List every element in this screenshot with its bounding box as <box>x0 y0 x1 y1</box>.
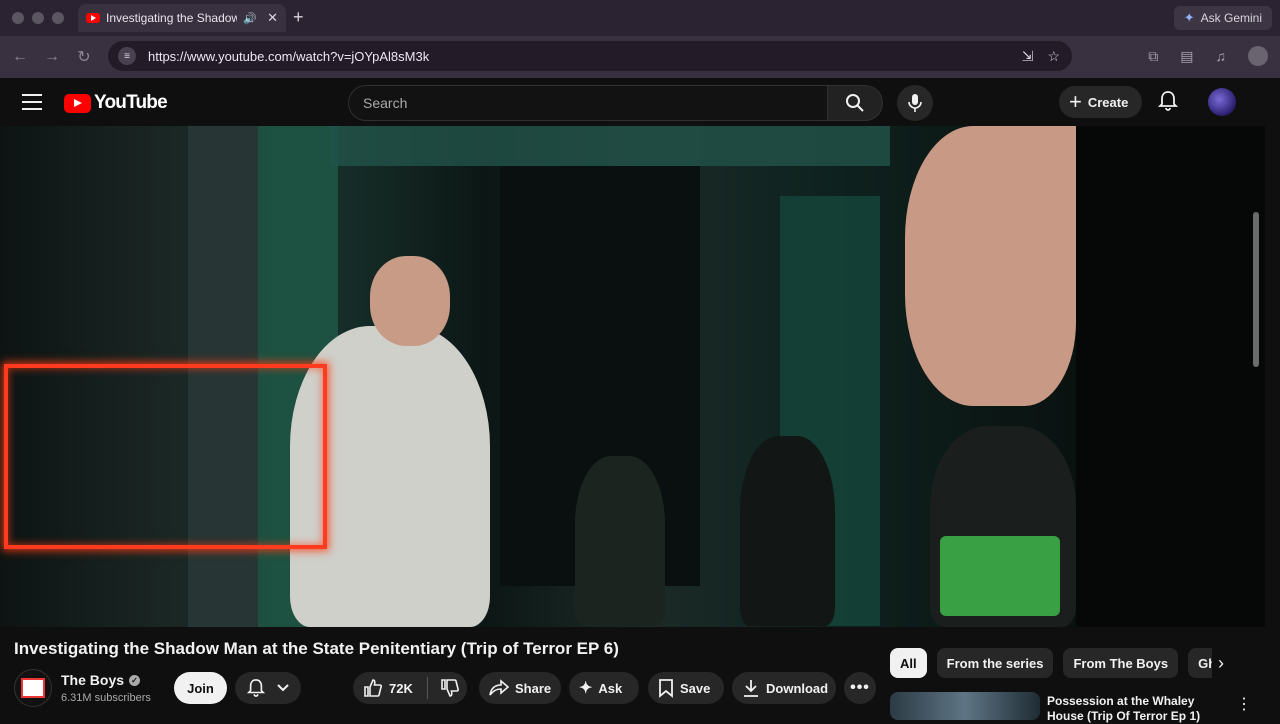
speaker-icon[interactable]: 🔊 <box>243 12 257 25</box>
address-bar-actions: ⇲ ☆ <box>1022 48 1060 65</box>
account-avatar[interactable] <box>1208 88 1236 116</box>
channel-avatar[interactable] <box>14 669 52 707</box>
search-input[interactable] <box>363 95 827 111</box>
bookmark-star-icon[interactable]: ☆ <box>1047 48 1060 65</box>
ask-button[interactable]: ✦ Ask <box>569 672 639 704</box>
url-text[interactable]: https://www.youtube.com/watch?v=jOYpAl8s… <box>148 49 429 64</box>
recommendation-thumbnail[interactable] <box>890 692 1040 720</box>
bell-icon <box>1157 91 1179 111</box>
video-player[interactable] <box>0 126 1265 627</box>
filter-chip[interactable]: From The Boys <box>1063 648 1179 678</box>
subscriber-count: 6.31M subscribers <box>61 692 151 704</box>
filter-chip[interactable]: Ghos <box>1188 648 1212 678</box>
channel-name[interactable]: The Boys ✓ <box>61 672 141 688</box>
maximize-window-button[interactable] <box>52 12 64 24</box>
search-icon <box>846 94 864 112</box>
hamburger-icon[interactable] <box>22 94 42 110</box>
filter-chips: All From the series From The Boys Ghos <box>890 648 1212 678</box>
join-button[interactable]: Join <box>174 672 227 704</box>
back-arrow-icon[interactable]: ← <box>4 48 36 66</box>
browser-profile-avatar[interactable] <box>1248 46 1268 66</box>
chevron-right-icon[interactable]: › <box>1218 653 1224 674</box>
ask-gemini-label: Ask Gemini <box>1200 11 1262 25</box>
browser-tab-bar: Investigating the Shadow 🔊 ✕ + ✦ Ask Gem… <box>0 0 1280 36</box>
youtube-wordmark: YouTube <box>94 92 168 113</box>
minimize-window-button[interactable] <box>32 12 44 24</box>
ask-gemini-button[interactable]: ✦ Ask Gemini <box>1173 6 1272 30</box>
media-controls-icon[interactable]: ♫ <box>1216 48 1227 64</box>
youtube-play-icon <box>64 93 91 113</box>
page-scrollbar[interactable] <box>1253 212 1259 367</box>
download-icon <box>744 680 758 697</box>
reload-icon[interactable]: ↻ <box>68 47 100 67</box>
more-icon: ••• <box>850 679 870 696</box>
share-button[interactable]: Share <box>479 672 561 704</box>
search-box <box>348 85 828 121</box>
browser-tab-active[interactable]: Investigating the Shadow 🔊 ✕ <box>78 4 286 32</box>
save-label: Save <box>680 680 711 696</box>
share-icon <box>489 679 509 696</box>
tab-title: Investigating the Shadow <box>106 11 238 25</box>
site-settings-icon[interactable]: ≡ <box>118 47 136 65</box>
chevron-down-icon <box>277 684 289 692</box>
filter-chip[interactable]: All <box>890 648 927 678</box>
filter-chip[interactable]: From the series <box>936 648 1054 678</box>
like-count[interactable]: 72K <box>389 681 413 696</box>
browser-toolbar: ← → ↻ ≡ https://www.youtube.com/watch?v=… <box>0 36 1280 78</box>
verified-check-icon: ✓ <box>129 674 141 686</box>
youtube-logo[interactable]: YouTube <box>64 92 168 114</box>
ask-label: Ask <box>598 680 623 696</box>
create-button[interactable]: + Create <box>1059 86 1143 118</box>
download-button[interactable]: Download <box>732 672 836 704</box>
forward-arrow-icon[interactable]: → <box>36 48 68 66</box>
share-label: Share <box>515 680 552 696</box>
reading-mode-icon[interactable]: ▤ <box>1180 48 1193 65</box>
plus-icon: + <box>1069 89 1082 114</box>
recommendation-menu-icon[interactable]: ⋮ <box>1236 694 1252 714</box>
extensions-puzzle-icon[interactable]: ⧉ <box>1148 48 1158 65</box>
download-label: Download <box>766 680 829 696</box>
dislike-icon[interactable] <box>440 678 460 698</box>
window-controls <box>12 12 64 24</box>
glowing-red-frame <box>4 364 327 549</box>
voice-search-button[interactable] <box>897 85 933 121</box>
save-button[interactable]: Save <box>648 672 724 704</box>
browser-extensions-area: ⧉ ▤ ♫ <box>1148 46 1268 66</box>
search-button[interactable] <box>827 85 883 121</box>
install-app-icon[interactable]: ⇲ <box>1022 48 1034 65</box>
close-window-button[interactable] <box>12 12 24 24</box>
video-title: Investigating the Shadow Man at the Stat… <box>14 639 619 658</box>
youtube-favicon-icon <box>86 13 100 23</box>
create-label: Create <box>1087 94 1129 110</box>
address-bar[interactable]: ≡ https://www.youtube.com/watch?v=jOYpAl… <box>108 41 1072 71</box>
sparkle-icon: ✦ <box>579 680 593 697</box>
new-tab-button[interactable]: + <box>293 7 304 28</box>
like-icon[interactable] <box>363 678 383 698</box>
close-tab-icon[interactable]: ✕ <box>267 10 278 26</box>
like-dislike-group: 72K <box>353 672 467 704</box>
notification-settings-button[interactable] <box>235 672 301 704</box>
notifications-button[interactable] <box>1157 90 1179 117</box>
mic-icon <box>908 94 922 112</box>
gemini-sparkle-icon: ✦ <box>1183 10 1195 25</box>
more-actions-button[interactable]: ••• <box>844 672 876 704</box>
save-icon <box>659 679 673 698</box>
channel-name-text[interactable]: The Boys <box>61 672 124 688</box>
youtube-header: YouTube + Create <box>0 78 1280 126</box>
bell-icon <box>247 679 265 697</box>
